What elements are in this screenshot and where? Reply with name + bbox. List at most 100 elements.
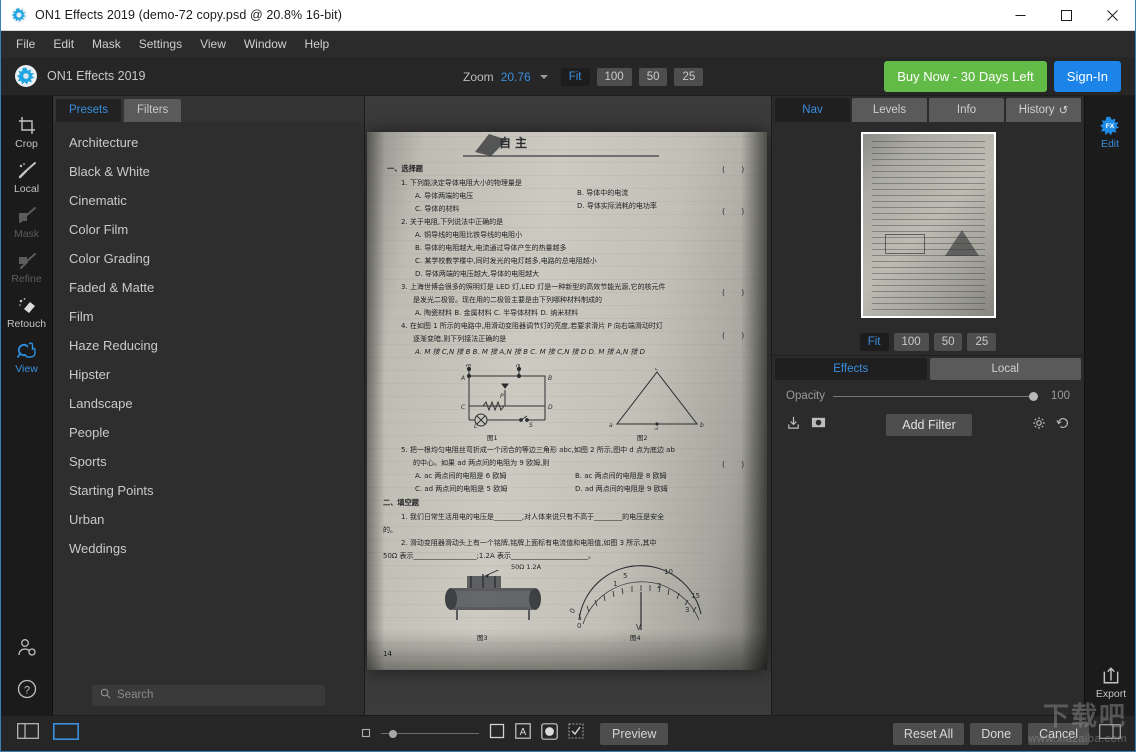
tool-retouch[interactable]: Retouch [1,290,53,335]
preset-item-weddings[interactable]: Weddings [53,534,364,563]
preset-item-sports[interactable]: Sports [53,447,364,476]
tool-refine[interactable]: Refine [1,245,53,290]
menu-item-window[interactable]: Window [235,33,296,55]
refine-icon [18,253,36,270]
preset-item-urban[interactable]: Urban [53,505,364,534]
mask-icon [18,207,36,224]
preset-item-landscape[interactable]: Landscape [53,389,364,418]
done-button[interactable]: Done [970,722,1023,745]
preset-item-black-and-white[interactable]: Black & White [53,157,364,186]
thumbnail-size-slider[interactable] [381,729,479,739]
menu-item-help[interactable]: Help [296,33,339,55]
zoom-preset-50[interactable]: 50 [638,67,668,86]
menu-bar: File Edit Mask Settings View Window Help [1,31,1135,57]
cancel-button[interactable]: Cancel [1028,722,1089,745]
preset-item-architecture[interactable]: Architecture [53,128,364,157]
compare-view-icon[interactable] [53,722,79,745]
nav-zoom-fit[interactable]: Fit [859,332,889,351]
show-panels-icon[interactable] [17,723,39,744]
svg-text:10: 10 [664,568,673,576]
doc-q5-line1: 5. 把一根均匀电阻丝弯折成一个闭合的等边三角形 abc,如图 2 所示,图中 … [401,446,675,454]
add-filter-button[interactable]: Add Filter [886,414,972,436]
doc-q4-line1: 4. 在如图 1 所示的电路中,用滑动变阻器调节灯的亮度,若要求滑片 P 向右端… [401,322,663,330]
sign-in-button[interactable]: Sign-In [1053,60,1121,92]
doc-q1-b: B. 导体中的电流 [577,189,629,197]
preset-item-color-film[interactable]: Color Film [53,215,364,244]
preview-button[interactable]: Preview [600,722,669,745]
tab-effects[interactable]: Effects [775,358,927,380]
chevron-down-icon[interactable] [539,74,548,79]
preset-item-faded-and-matte[interactable]: Faded & Matte [53,273,364,302]
canvas-area[interactable]: 自主 一、选择题 ( ) 1. 下列能决定导体电阻大小的物理量是 A. 导体两端… [365,96,771,715]
minimize-button[interactable] [997,0,1043,31]
thumbnail-slider-knob[interactable] [389,729,397,738]
tool-mask[interactable]: Mask [1,200,53,245]
navigator-thumbnail[interactable] [860,132,996,318]
tool-local[interactable]: Local [1,155,53,200]
thumbnail-size-large-icon[interactable] [489,723,505,744]
mask-toggle-icon[interactable] [811,415,826,435]
svg-text:M: M [466,364,472,369]
preset-item-starting-points[interactable]: Starting Points [53,476,364,505]
doc-section2-title: 二、填空题 [383,498,419,507]
navigator-area[interactable] [772,122,1084,328]
preset-item-people[interactable]: People [53,418,364,447]
module-edit[interactable]: FX Edit [1084,110,1135,155]
preset-item-haze-reducing[interactable]: Haze Reducing [53,331,364,360]
layout-toggle-icon[interactable] [1095,723,1121,744]
tool-crop[interactable]: Crop [1,110,53,155]
tool-label-retouch: Retouch [6,318,47,330]
checkmark-toggle-icon[interactable] [568,723,584,744]
thumbnail-size-small-icon[interactable] [361,725,371,743]
top-toolbar: ON1 Effects 2019 Zoom 20.76 Fit 100 50 2… [1,57,1135,96]
maximize-button[interactable] [1043,0,1089,31]
zoom-preset-25[interactable]: 25 [674,67,704,86]
save-preset-icon[interactable] [786,415,801,435]
menu-item-mask[interactable]: Mask [83,33,130,55]
tab-levels[interactable]: Levels [852,98,927,122]
reset-all-button[interactable]: Reset All [892,722,965,745]
nav-zoom-25[interactable]: 25 [967,332,997,351]
preset-item-hipster[interactable]: Hipster [53,360,364,389]
tab-info[interactable]: Info [929,98,1004,122]
close-button[interactable] [1089,0,1135,31]
tab-filters[interactable]: Filters [124,99,182,122]
tool-view[interactable]: View [1,335,53,380]
menu-item-view[interactable]: View [191,33,235,55]
preset-item-film[interactable]: Film [53,302,364,331]
presets-list: Architecture Black & White Cinematic Col… [53,122,364,675]
preset-item-color-grading[interactable]: Color Grading [53,244,364,273]
tab-local[interactable]: Local [929,358,1081,380]
zoom-preset-100[interactable]: 100 [596,67,632,86]
opacity-slider[interactable] [833,390,1038,402]
tab-presets[interactable]: Presets [56,99,121,122]
menu-item-file[interactable]: File [7,33,44,55]
on1-logo-icon [15,65,37,87]
search-input[interactable]: Search [92,684,325,706]
text-overlay-icon[interactable]: A [515,723,531,744]
buy-now-button[interactable]: Buy Now - 30 Days Left [884,60,1047,92]
nav-zoom-50[interactable]: 50 [933,332,963,351]
account-icon[interactable] [16,637,38,664]
app-window: ON1 Effects 2019 (demo-72 copy.psd @ 20.… [0,0,1136,752]
preset-item-cinematic[interactable]: Cinematic [53,186,364,215]
gear-icon[interactable] [1032,416,1046,435]
opacity-slider-knob[interactable] [1029,391,1038,401]
right-rail: FX Edit Export [1084,96,1135,715]
menu-item-edit[interactable]: Edit [44,33,83,55]
svg-text:L: L [474,423,477,428]
svg-text:2: 2 [657,582,661,590]
doc-q5-line2: 的中心。如果 ad 两点间的电阻为 9 欧姆,则 [413,459,550,467]
opacity-value[interactable]: 100 [1046,390,1070,402]
tab-nav[interactable]: Nav [775,98,850,122]
tab-history[interactable]: History ↺ [1006,98,1081,122]
help-icon[interactable]: ? [16,678,38,705]
opacity-slider-track [833,395,1038,397]
nav-zoom-100[interactable]: 100 [893,332,929,351]
zoom-preset-fit[interactable]: Fit [560,67,590,86]
zoom-value[interactable]: 20.76 [501,70,531,84]
reset-undo-icon[interactable] [1056,416,1070,435]
menu-item-settings[interactable]: Settings [130,33,191,55]
module-export[interactable]: Export [1085,659,1135,705]
soft-proof-icon[interactable] [541,722,558,745]
